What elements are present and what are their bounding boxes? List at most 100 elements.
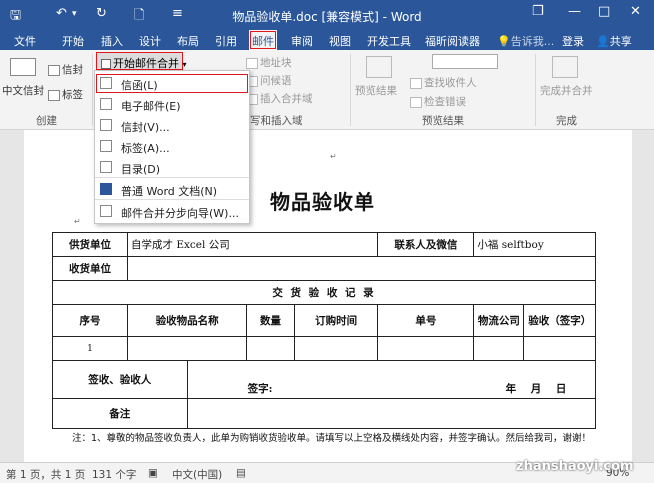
data-cell[interactable] xyxy=(473,336,525,361)
date-text: 年 月 日 xyxy=(505,383,567,395)
section-header-cell: 交 货 验 收 记 录 xyxy=(52,280,596,305)
tell-me-box[interactable]: 💡告诉我... xyxy=(497,33,554,49)
search-icon xyxy=(410,77,422,89)
tab-foxit-reader[interactable]: 福昕阅读器 xyxy=(425,33,480,49)
menu-item-labels[interactable]: 标签(A)... xyxy=(95,136,249,157)
envelope-button[interactable]: 信封 xyxy=(48,62,83,77)
title-bar: 🖫 ↶ ▾ ↻ 🗋 ≡ 物品验收单.doc [兼容模式] - Word ❐ — … xyxy=(0,0,654,30)
finish-merge-button[interactable]: 完成并合并 xyxy=(540,83,593,98)
tab-review[interactable]: 审阅 xyxy=(291,33,313,49)
menu-item-directory[interactable]: 目录(D) xyxy=(95,157,249,178)
footnote-text: 注：1、尊敬的物品签收负责人，此单为购销收货验收单。请填写以上空格及横线处内容，… xyxy=(72,433,592,444)
finish-merge-icon xyxy=(552,56,578,78)
check-errors-icon xyxy=(410,96,422,108)
tab-references[interactable]: 引用 xyxy=(215,33,237,49)
contact-label-cell: 联系人及微信 xyxy=(377,232,475,257)
find-recipient-button[interactable]: 查找收件人 xyxy=(410,75,477,90)
tab-developer[interactable]: 开发工具 xyxy=(367,33,411,49)
window-title: 物品验收单.doc [兼容模式] - Word xyxy=(232,10,422,24)
greeting-line-button[interactable]: 问候语 xyxy=(246,73,292,88)
tab-design[interactable]: 设计 xyxy=(139,33,161,49)
paragraph-mark: ↵ xyxy=(74,217,81,226)
menu-item-mail-merge-wizard[interactable]: 邮件合并分步向导(W)... xyxy=(95,201,249,222)
data-cell[interactable] xyxy=(523,336,596,361)
page-count[interactable]: 第 1 页，共 1 页 xyxy=(6,467,85,482)
tab-mailings[interactable]: 邮件 xyxy=(249,30,277,50)
language-indicator[interactable]: 中文(中国) xyxy=(172,467,222,482)
insert-merge-field-button[interactable]: 插入合并域 xyxy=(246,91,313,106)
data-cell[interactable] xyxy=(293,336,379,361)
word-count[interactable]: 131 个字 xyxy=(92,467,136,482)
start-mail-merge-button[interactable]: 开始邮件合并 ▾ xyxy=(96,52,187,70)
tab-home[interactable]: 开始 xyxy=(62,33,84,49)
ribbon-tabs: 文件 开始 插入 设计 布局 引用 邮件 审阅 视图 开发工具 福昕阅读器 💡告… xyxy=(0,30,654,50)
start-mail-merge-menu: 信函(L) 电子邮件(E) 信封(V)... 标签(A)... 目录(D) 普通… xyxy=(94,70,250,224)
maximize-button[interactable]: □ xyxy=(598,4,610,19)
wizard-icon xyxy=(100,205,112,217)
chinese-envelope-icon xyxy=(10,58,36,76)
menu-item-email[interactable]: 电子邮件(E) xyxy=(95,94,249,115)
letter-icon xyxy=(100,77,112,89)
chinese-envelope-button[interactable]: 中文信封 xyxy=(2,83,44,98)
check-errors-button[interactable]: 检查错误 xyxy=(410,94,466,109)
group-preview-label: 预览结果 xyxy=(422,115,464,127)
tab-layout[interactable]: 布局 xyxy=(177,33,199,49)
remark-value-cell[interactable] xyxy=(186,398,597,429)
group-separator xyxy=(350,54,351,126)
envelope-icon xyxy=(48,64,60,76)
share-button[interactable]: 👤共享 xyxy=(596,33,632,49)
ribbon-display-icon[interactable]: ❐ xyxy=(532,4,544,19)
document-title: 物品验收单 xyxy=(270,190,375,214)
tab-insert[interactable]: 插入 xyxy=(101,33,123,49)
menu-item-envelopes[interactable]: 信封(V)... xyxy=(95,115,249,136)
supplier-value-cell[interactable]: 自学成才 Excel 公司 xyxy=(126,232,379,257)
remark-label-cell: 备注 xyxy=(52,398,188,429)
sign-in-link[interactable]: 登录 xyxy=(562,33,584,49)
word-icon xyxy=(100,183,112,195)
menu-item-letters[interactable]: 信函(L) xyxy=(95,73,249,94)
data-cell[interactable] xyxy=(126,336,248,361)
group-create-label: 创建 xyxy=(36,115,57,127)
group-separator xyxy=(92,54,93,126)
sign-label-cell: 签收、验收人 xyxy=(52,360,188,399)
preview-results-button[interactable]: 预览结果 xyxy=(355,83,397,98)
label-icon xyxy=(48,89,60,101)
header-cell: 订购时间 xyxy=(293,304,379,337)
directory-icon xyxy=(100,161,112,173)
preview-results-icon xyxy=(366,56,392,78)
email-icon xyxy=(100,98,112,110)
receipt-form-table: 供货单位 自学成才 Excel 公司 联系人及微信 小福 selftboy 收货… xyxy=(52,232,597,429)
minimize-button[interactable]: — xyxy=(568,4,581,19)
header-cell: 验收（签字） xyxy=(523,304,596,337)
macro-recording-icon[interactable]: ▤ xyxy=(236,467,246,479)
menu-item-normal-word-document[interactable]: 普通 Word 文档(N) xyxy=(95,179,249,200)
proofing-icon[interactable]: ▣ xyxy=(148,467,158,479)
group-write-insert-label: 写和插入域 xyxy=(250,115,303,127)
labels-button[interactable]: 标签 xyxy=(48,87,83,102)
receiver-value-cell[interactable] xyxy=(127,256,596,281)
sign-text: 签字: xyxy=(247,383,273,395)
record-navigator[interactable] xyxy=(432,54,498,69)
tab-view[interactable]: 视图 xyxy=(329,33,351,49)
close-button[interactable]: ✕ xyxy=(630,4,641,19)
chevron-down-icon: ▾ xyxy=(182,60,187,69)
watermark: zhanshaoyi.com xyxy=(516,459,634,474)
person-icon: 👤 xyxy=(596,35,610,48)
address-block-button[interactable]: 地址块 xyxy=(246,55,292,70)
label-icon xyxy=(100,140,112,152)
header-cell: 单号 xyxy=(377,304,475,337)
data-cell[interactable] xyxy=(377,336,475,361)
paragraph-mark: ↵ xyxy=(330,152,337,161)
header-cell: 物流公司 xyxy=(473,304,525,337)
row-index-cell: 1 xyxy=(52,336,128,361)
envelope-icon xyxy=(100,119,112,131)
contact-value-cell[interactable]: 小福 selftboy xyxy=(473,232,596,257)
receiver-label-cell: 收货单位 xyxy=(52,256,128,281)
header-cell: 验收物品名称 xyxy=(126,304,248,337)
address-block-icon xyxy=(246,57,258,69)
tab-file[interactable]: 文件 xyxy=(14,33,36,49)
data-cell[interactable] xyxy=(246,336,295,361)
header-cell: 数量 xyxy=(246,304,295,337)
sign-area-cell[interactable]: 签字: 年 月 日 xyxy=(186,360,597,399)
supplier-label-cell: 供货单位 xyxy=(52,232,128,257)
